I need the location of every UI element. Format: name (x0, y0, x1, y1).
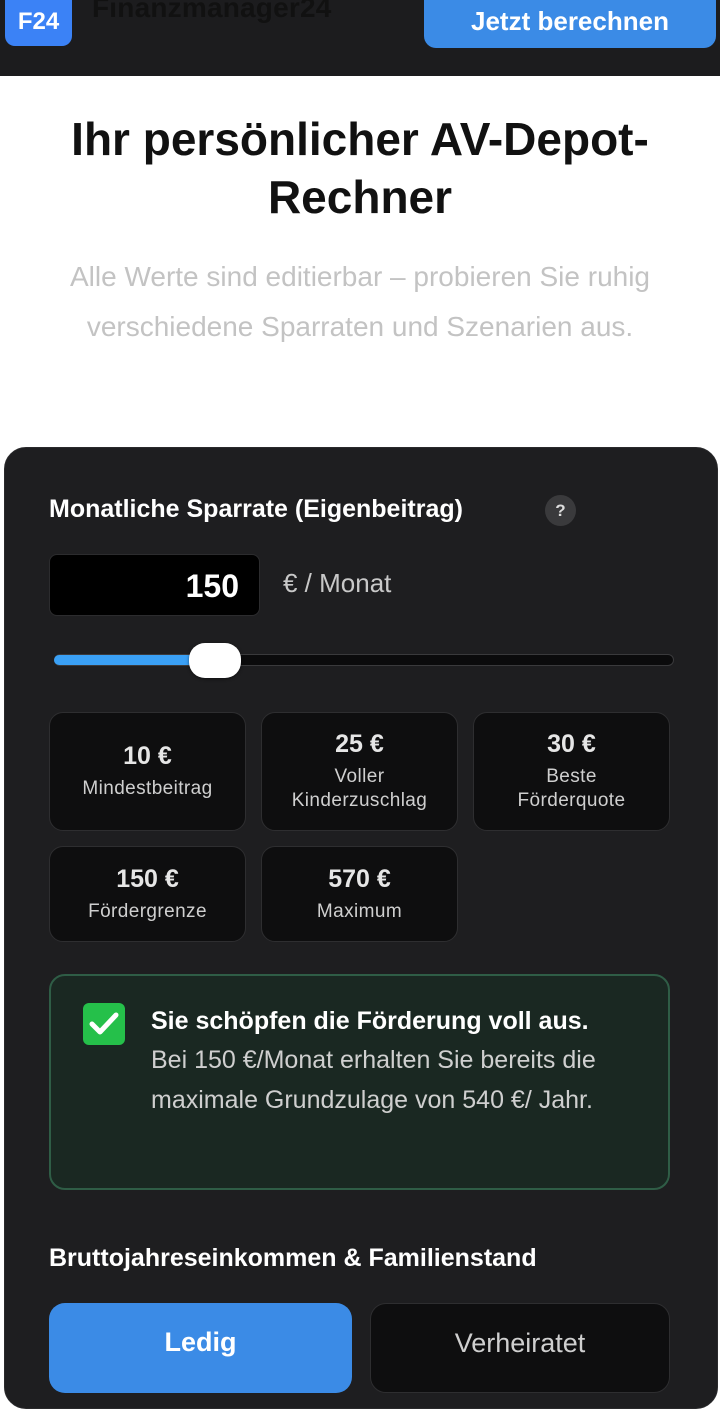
savings-amount-input[interactable]: 150 (49, 554, 260, 616)
top-navigation-bar: F24 Finanzmanager24 Jetzt berechnen (0, 0, 720, 76)
savings-rate-label: Monatliche Sparrate (Eigenbeitrag) (49, 495, 463, 523)
preset-value: 30 € (547, 730, 596, 758)
marital-status-married-button[interactable]: Verheiratet (370, 1303, 670, 1393)
notice-text: Bei 150 €/Monat erhalten Sie bereits die… (151, 1046, 596, 1114)
check-mark-icon (83, 1003, 125, 1045)
savings-unit-label: € / Monat (283, 568, 392, 598)
preset-value: 25 € (335, 730, 384, 758)
income-section-label: Bruttojahreseinkommen & Familienstand (49, 1244, 537, 1272)
preset-chip-foerdergrenze[interactable]: 150 € Fördergrenze (49, 846, 246, 942)
help-icon[interactable]: ? (545, 495, 576, 526)
preset-chip-foerderquote[interactable]: 30 € Beste Förderquote (473, 712, 670, 831)
preset-label: Fördergrenze (88, 900, 207, 922)
preset-label: Voller Kinderzuschlag (291, 766, 428, 811)
preset-value: 150 € (116, 864, 179, 893)
logo[interactable]: F24 (5, 0, 72, 46)
preset-chip-maximum[interactable]: 570 € Maximum (261, 846, 458, 942)
preset-label: Mindestbeitrag (82, 778, 213, 799)
preset-label: Beste Förderquote (517, 766, 626, 811)
page-title: Ihr persönlicher AV-Depot-Rechner (71, 113, 649, 223)
preset-chip-kinderzuschlag[interactable]: 25 € Voller Kinderzuschlag (261, 712, 458, 831)
preset-chip-mindestbeitrag[interactable]: 10 € Mindestbeitrag (49, 712, 246, 831)
preset-value: 570 € (328, 864, 391, 893)
calculate-now-button[interactable]: Jetzt berechnen (424, 0, 716, 48)
preset-label: Maximum (316, 900, 403, 922)
preset-value: 10 € (123, 742, 172, 770)
notice-title: Sie schöpfen die Förderung voll aus. (151, 1007, 589, 1035)
savings-slider-thumb[interactable] (189, 643, 242, 678)
brand-name[interactable]: Finanzmanager24 (92, 0, 332, 26)
marital-status-single-button[interactable]: Ledig (49, 1303, 352, 1393)
page-subtitle: Alle Werte sind editierbar – probieren S… (69, 261, 650, 342)
